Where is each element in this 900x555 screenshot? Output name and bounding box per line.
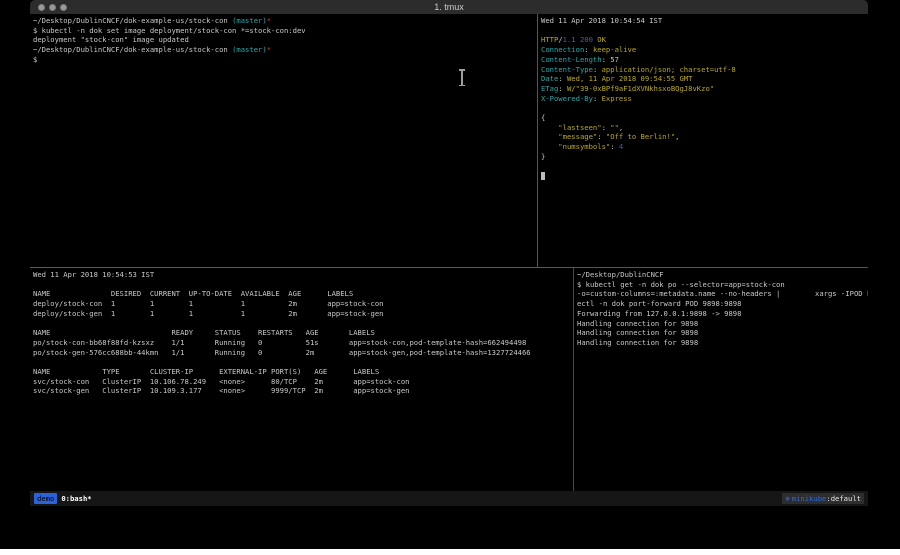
table-row: NAME TYPE CLUSTER-IP EXTERNAL-IP PORT(S)… <box>33 367 573 377</box>
window-title: 1. tmux <box>30 0 868 14</box>
terminal-line <box>541 26 868 36</box>
pane-border-horizontal-right-active[interactable] <box>537 267 868 268</box>
table-row: deploy/stock-gen 1 1 1 1 2m app=stock-ge… <box>33 309 573 319</box>
terminal-line: ectl -n dok port-forward POD 9898:9898 <box>577 299 868 309</box>
pane-timestamp: Wed 11 Apr 2018 10:54:53 IST <box>33 270 573 280</box>
pane-border-horizontal-left[interactable] <box>30 267 537 268</box>
terminal-line: Wed 11 Apr 2018 10:54:54 IST <box>541 16 868 26</box>
kubectl-resource-tables: NAME DESIRED CURRENT UP-TO-DATE AVAILABL… <box>33 289 573 396</box>
terminal-line: } <box>541 152 868 162</box>
terminal-line: Handling connection for 9898 <box>577 328 868 338</box>
terminal-line: "numsymbols": 4 <box>541 142 868 152</box>
terminal-line: deployment "stock-con" image updated <box>33 35 537 45</box>
terminal-line <box>541 171 868 181</box>
kube-context-status: ⊛ minikube :default <box>782 493 864 504</box>
terminal-line <box>541 162 868 172</box>
minimize-button[interactable] <box>49 4 56 11</box>
terminal-line: $ kubectl -n dok set image deployment/st… <box>33 26 537 36</box>
kube-namespace: :default <box>826 493 861 504</box>
table-row: deploy/stock-con 1 1 1 1 2m app=stock-co… <box>33 299 573 309</box>
terminal-line: $ <box>33 55 537 65</box>
terminal-window: 1. tmux ~/Desktop/DublinCNCF/dok-example… <box>30 0 868 506</box>
table-row: svc/stock-con ClusterIP 10.106.78.249 <n… <box>33 377 573 387</box>
terminal-line: "lastseen": "", <box>541 123 868 133</box>
terminal-line: ~/Desktop/DublinCNCF <box>577 270 868 280</box>
pane-port-forward[interactable]: ~/Desktop/DublinCNCF$ kubectl get -n dok… <box>574 268 868 491</box>
terminal-line: Content-Type: application/json; charset=… <box>541 65 868 75</box>
tmux-status-bar: demo 0:bash* ⊛ minikube :default <box>30 491 868 506</box>
window-tab-bash[interactable]: 0:bash* <box>61 494 91 503</box>
terminal-line: "message": "Off to Berlin!", <box>541 132 868 142</box>
desktop-background: 1. tmux ~/Desktop/DublinCNCF/dok-example… <box>0 0 900 549</box>
table-row: svc/stock-gen ClusterIP 10.109.3.177 <no… <box>33 386 573 396</box>
pane-shell-kubectl-set-image[interactable]: ~/Desktop/DublinCNCF/dok-example-us/stoc… <box>30 14 537 267</box>
pane-border-vertical-bottom[interactable] <box>573 268 574 491</box>
terminal-line: X-Powered-By: Express <box>541 94 868 104</box>
window-titlebar[interactable]: 1. tmux <box>30 0 868 14</box>
pane-border-vertical-top[interactable] <box>537 14 538 267</box>
terminal-line: -o=custom-columns=:metadata.name --no-he… <box>577 289 868 299</box>
terminal-line: ~/Desktop/DublinCNCF/dok-example-us/stoc… <box>33 45 537 55</box>
blank-line <box>33 319 573 329</box>
terminal-line: $ kubectl get -n dok po --selector=app=s… <box>577 280 868 290</box>
kubernetes-helm-icon: ⊛ <box>785 493 789 504</box>
terminal-line: ~/Desktop/DublinCNCF/dok-example-us/stoc… <box>33 16 537 26</box>
kube-context-name: minikube <box>792 493 827 504</box>
terminal-line: ETag: W/"39-0xBPf9aF1dXVNkhsxoBQgJ8vKzo" <box>541 84 868 94</box>
terminal-line: Handling connection for 9898 <box>577 319 868 329</box>
table-row: po/stock-gen-576cc688bb-44kmn 1/1 Runnin… <box>33 348 573 358</box>
terminal-line <box>541 103 868 113</box>
blank-line <box>33 357 573 367</box>
terminal-line: Handling connection for 9898 <box>577 338 868 348</box>
screenshot-stage: 1. tmux ~/Desktop/DublinCNCF/dok-example… <box>0 0 900 555</box>
terminal-line: Content-Length: 57 <box>541 55 868 65</box>
table-row: NAME DESIRED CURRENT UP-TO-DATE AVAILABL… <box>33 289 573 299</box>
terminal-line: Connection: keep-alive <box>541 45 868 55</box>
terminal-line: { <box>541 113 868 123</box>
terminal-line: HTTP/1.1 200 OK <box>541 35 868 45</box>
terminal-line: Forwarding from 127.0.0.1:9898 -> 9898 <box>577 309 868 319</box>
close-button[interactable] <box>38 4 45 11</box>
table-row: po/stock-con-bb68f88fd-kzsxz 1/1 Running… <box>33 338 573 348</box>
table-row: NAME READY STATUS RESTARTS AGE LABELS <box>33 328 573 338</box>
zoom-button[interactable] <box>60 4 67 11</box>
pane-kubectl-get-watch[interactable]: Wed 11 Apr 2018 10:54:53 IST NAME DESIRE… <box>30 268 573 491</box>
session-name-badge: demo <box>34 493 57 504</box>
tmux-pane-area: ~/Desktop/DublinCNCF/dok-example-us/stoc… <box>30 14 868 491</box>
mouse-ibeam-cursor <box>458 69 465 86</box>
terminal-line: Date: Wed, 11 Apr 2018 09:54:55 GMT <box>541 74 868 84</box>
window-controls <box>38 4 67 11</box>
pane-http-response[interactable]: Wed 11 Apr 2018 10:54:54 IST HTTP/1.1 20… <box>538 14 868 267</box>
